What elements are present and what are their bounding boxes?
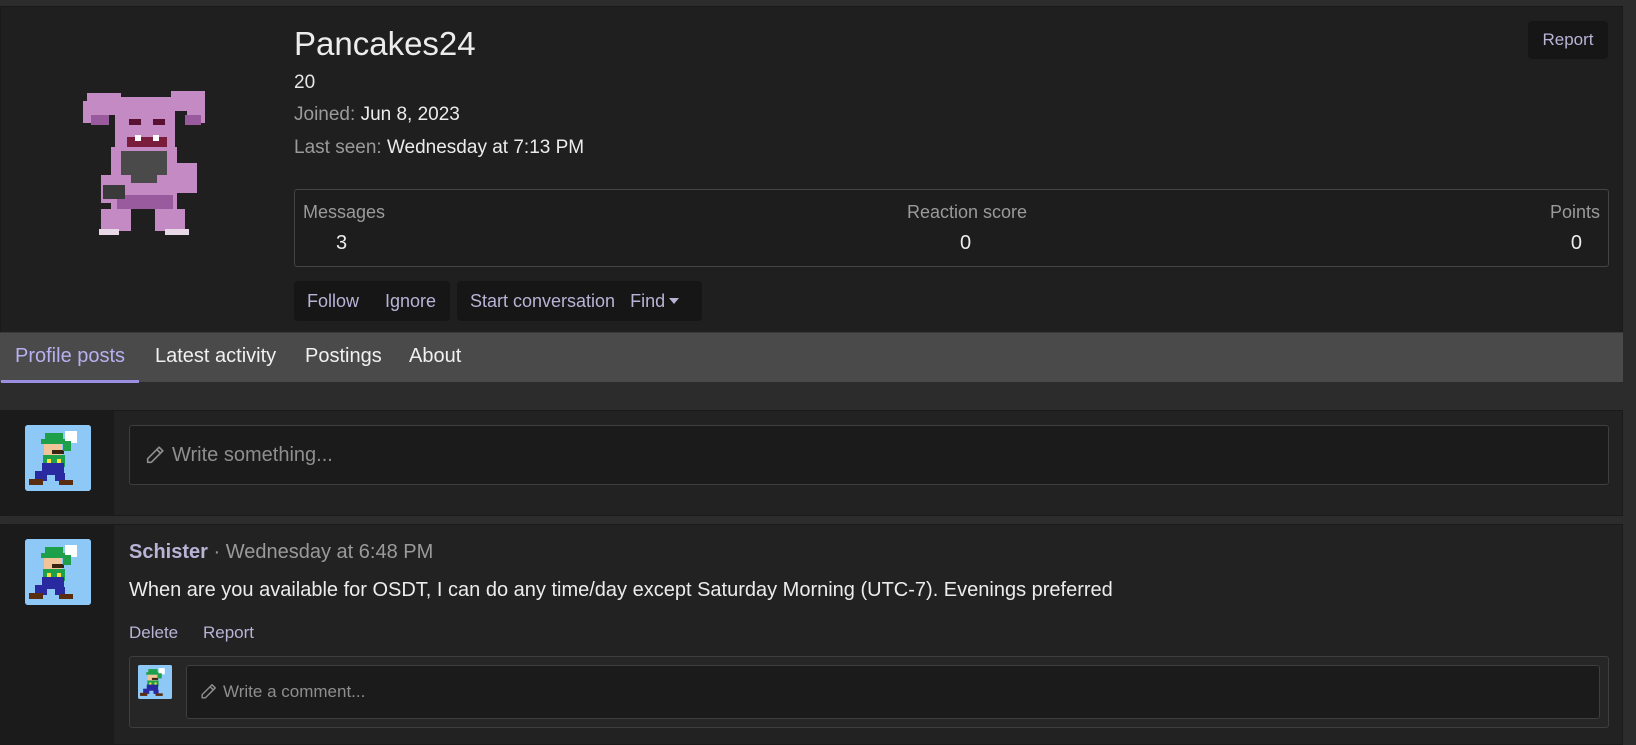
report-profile-button[interactable]: Report [1528, 21, 1608, 59]
report-post-link[interactable]: Report [203, 623, 254, 643]
write-comment-placeholder: Write a comment... [223, 682, 366, 701]
post-body: When are you available for OSDT, I can d… [129, 579, 1113, 601]
reaction-score-value[interactable]: 0 [960, 232, 971, 255]
profile-post-composer: Write something... [0, 410, 1623, 516]
tab-about[interactable]: About [395, 333, 475, 383]
ignore-button[interactable]: Ignore [372, 291, 449, 312]
joined-value: Jun 8, 2023 [360, 104, 460, 125]
follow-button[interactable]: Follow [294, 291, 372, 312]
last-seen-label: Last seen: [294, 137, 382, 158]
tab-latest-activity[interactable]: Latest activity [141, 333, 290, 383]
user-title: 20 [294, 72, 316, 93]
luigi-avatar-icon [25, 425, 91, 491]
messages-value[interactable]: 3 [336, 232, 347, 255]
points-label: Points [1549, 202, 1600, 222]
profile-tabs: Profile posts Latest activity Postings A… [0, 332, 1623, 383]
caret-down-icon [669, 297, 680, 304]
post-separator: · [207, 541, 226, 563]
comment-area: Write a comment... [129, 656, 1609, 728]
conversation-find-group: Start conversation Find [457, 281, 702, 321]
start-conversation-button[interactable]: Start conversation [457, 291, 628, 312]
delete-post-link[interactable]: Delete [129, 623, 178, 643]
find-button[interactable]: Find [628, 291, 692, 312]
profile-header: Pancakes24 20 Joined: Jun 8, 2023 Last s… [0, 6, 1623, 381]
post-author-avatar[interactable] [25, 539, 91, 605]
post-timestamp[interactable]: Wednesday at 6:48 PM [226, 541, 434, 563]
follow-ignore-group: Follow Ignore [294, 281, 450, 321]
last-seen-line: Last seen: Wednesday at 7:13 PM [294, 137, 584, 159]
post-author-link[interactable]: Schister [129, 541, 208, 563]
luigi-avatar-icon [25, 539, 91, 605]
joined-line: Joined: Jun 8, 2023 [294, 104, 460, 126]
write-something-placeholder: Write something... [172, 444, 333, 466]
granbull-sprite-icon [83, 91, 205, 235]
reaction-score-label: Reaction score [907, 202, 1028, 222]
find-label: Find [630, 290, 666, 311]
luigi-avatar-icon [138, 665, 172, 699]
points-value[interactable]: 0 [1571, 232, 1582, 255]
comment-avatar[interactable] [138, 665, 172, 699]
profile-avatar[interactable] [81, 85, 213, 245]
joined-label: Joined: [294, 104, 356, 125]
stats-box: Messages 3 Reaction score 0 Points 0 [294, 189, 1609, 267]
post-header: Schister · Wednesday at 6:48 PM [129, 541, 433, 564]
pencil-icon [201, 684, 216, 699]
tab-postings[interactable]: Postings [291, 333, 396, 383]
pencil-icon [146, 446, 164, 464]
composer-avatar[interactable] [25, 425, 91, 491]
messages-label: Messages [303, 202, 386, 222]
write-comment-input[interactable]: Write a comment... [186, 665, 1600, 719]
last-seen-value[interactable]: Wednesday at 7:13 PM [387, 137, 584, 158]
write-something-input[interactable]: Write something... [129, 425, 1609, 485]
profile-post: Schister · Wednesday at 6:48 PM When are… [0, 524, 1623, 745]
tab-profile-posts[interactable]: Profile posts [1, 333, 140, 383]
profile-username: Pancakes24 [294, 25, 476, 62]
